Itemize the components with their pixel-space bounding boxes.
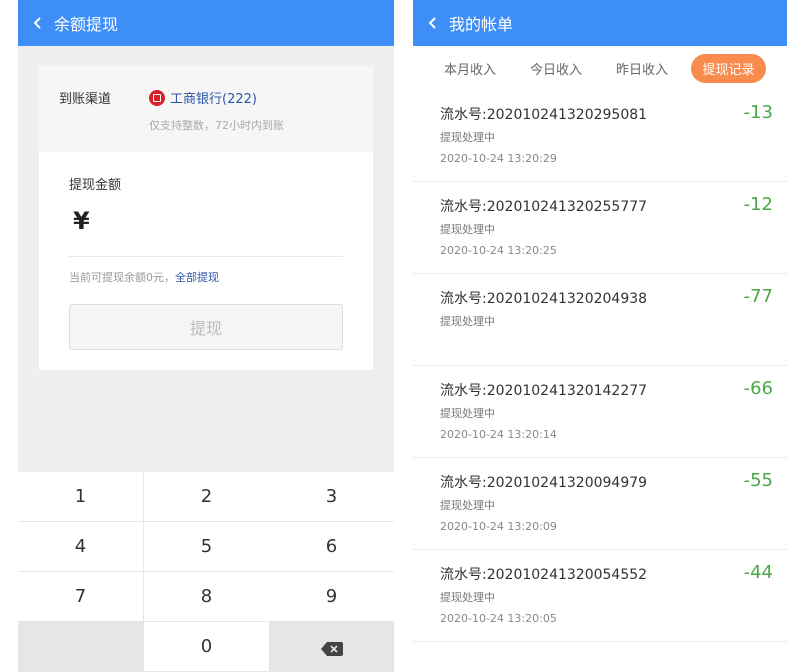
serial-number: 流水号:202010241320054552 [440,567,648,583]
record-amount: -13 [743,102,773,123]
bill-tabs: 本月收入 今日收入 昨日收入 提现记录 [413,46,787,90]
serial-number: 流水号:202010241320142277 [440,383,648,399]
record-time: 2020-10-24 13:20:14 [440,428,557,441]
key-9[interactable]: 9 [269,572,394,621]
withdraw-button[interactable]: 提现 [69,304,343,350]
serial-number: 流水号:202010241320094979 [440,475,648,491]
record-status: 提现处理中 [440,499,495,512]
record-amount: -12 [743,194,773,215]
list-item[interactable]: 流水号:202010241320204938 提现处理中 -77 [413,274,787,366]
serial-number: 流水号:202010241320204938 [440,291,648,307]
key-2[interactable]: 2 [144,472,269,521]
record-amount: -77 [743,286,773,307]
channel-section: 到账渠道 工商银行(222) 仅支持整数，72小时内到账 [39,66,373,152]
bank-selector[interactable]: 工商银行(222) [149,88,257,107]
divider [69,256,343,257]
key-8[interactable]: 8 [144,572,269,621]
back-chevron-icon[interactable] [427,17,439,29]
list-item[interactable]: 流水号:202010241320094979 提现处理中 2020-10-24 … [413,458,787,550]
serial-number: 流水号:202010241320255777 [440,199,648,215]
list-item[interactable]: 流水号:202010241320295081 提现处理中 2020-10-24 … [413,90,787,182]
record-time: 2020-10-24 13:20:09 [440,520,557,533]
record-amount: -44 [743,562,773,583]
record-amount: -55 [743,470,773,491]
record-time: 2020-10-24 13:20:29 [440,152,557,165]
amount-section: 提现金额 ¥ 当前可提现余额0元，全部提现 提现 [39,152,373,370]
key-7[interactable]: 7 [18,572,143,621]
withdraw-header: 余额提现 [18,0,394,46]
tab-today-income[interactable]: 今日收入 [520,54,592,83]
record-time: 2020-10-24 13:20:25 [440,244,557,257]
amount-input[interactable]: ¥ [73,207,90,235]
key-0[interactable]: 0 [144,622,269,671]
tab-month-income[interactable]: 本月收入 [434,54,506,83]
bill-header: 我的帐单 [413,0,787,46]
record-time: 2020-10-24 13:20:05 [440,612,557,625]
record-status: 提现处理中 [440,315,495,328]
available-text: 当前可提现余额0元， [69,271,175,284]
amount-label: 提现金额 [69,178,122,193]
record-status: 提现处理中 [440,591,495,604]
bill-screen: 我的帐单 本月收入 今日收入 昨日收入 提现记录 流水号:20201024132… [413,0,787,672]
page-title: 余额提现 [54,15,119,34]
delete-icon [320,640,343,656]
back-chevron-icon[interactable] [32,17,44,29]
bank-note: 仅支持整数，72小时内到账 [149,119,284,132]
number-keypad: 1 2 3 4 5 6 7 8 9 0 [18,472,394,672]
withdraw-all-link[interactable]: 全部提现 [175,271,219,284]
icbc-logo-icon [149,89,165,106]
list-item[interactable]: 流水号:202010241320255777 提现处理中 2020-10-24 … [413,182,787,274]
record-status: 提现处理中 [440,131,495,144]
key-delete[interactable] [269,622,394,671]
channel-label: 到账渠道 [59,92,112,107]
serial-number: 流水号:202010241320295081 [440,107,648,123]
withdraw-screen: 余额提现 到账渠道 工商银行(222) 仅支持整数，72小时内到账 提现金额 ¥… [18,0,394,672]
record-amount: -66 [743,378,773,399]
record-status: 提现处理中 [440,407,495,420]
key-6[interactable]: 6 [269,522,394,571]
list-item[interactable]: 流水号:202010241320142277 提现处理中 2020-10-24 … [413,366,787,458]
key-5[interactable]: 5 [144,522,269,571]
list-item[interactable]: 流水号:202010241320054552 提现处理中 2020-10-24 … [413,550,787,642]
key-blank [18,622,143,671]
page-title: 我的帐单 [449,15,514,34]
tab-withdraw-records[interactable]: 提现记录 [691,54,766,83]
available-balance: 当前可提现余额0元，全部提现 [69,269,219,285]
key-1[interactable]: 1 [18,472,143,521]
key-4[interactable]: 4 [18,522,143,571]
tab-yesterday-income[interactable]: 昨日收入 [606,54,678,83]
record-status: 提现处理中 [440,223,495,236]
key-3[interactable]: 3 [269,472,394,521]
bank-name: 工商银行(222) [170,92,257,107]
